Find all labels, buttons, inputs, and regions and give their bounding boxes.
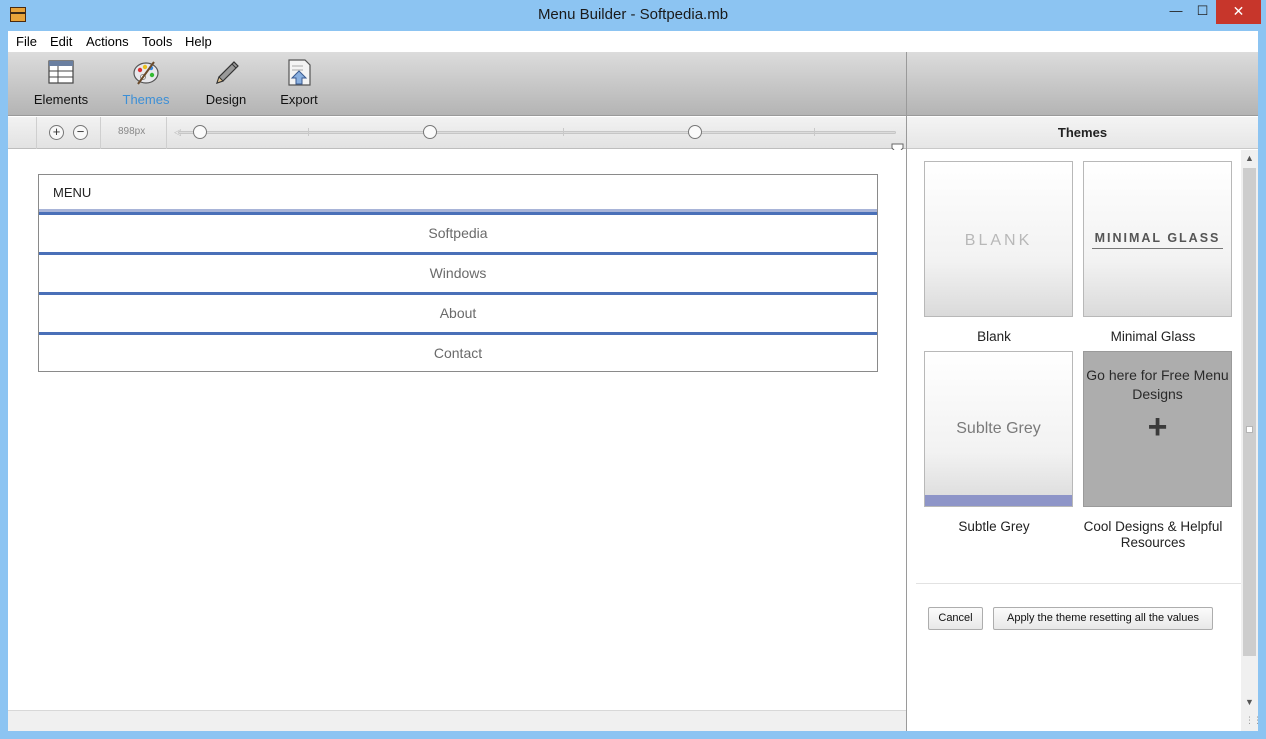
theme-thumb-text: Sublte Grey xyxy=(956,420,1041,437)
pencil-icon xyxy=(216,61,239,84)
divider xyxy=(166,117,167,149)
cancel-button[interactable]: Cancel xyxy=(928,607,983,630)
theme-thumb-text: BLANK xyxy=(964,232,1033,249)
palette-icon xyxy=(133,61,159,85)
theme-thumb-subtle-grey[interactable]: Sublte Grey xyxy=(924,351,1073,507)
menu-item-contact[interactable]: Contact xyxy=(39,335,877,372)
window-title: Menu Builder - Softpedia.mb xyxy=(537,6,729,23)
scrollbar-grip xyxy=(1246,426,1253,433)
theme-thumb-text: MINIMAL GLASS xyxy=(1094,231,1221,245)
width-slider-track[interactable] xyxy=(178,131,896,134)
slider-tick xyxy=(563,128,564,136)
menu-header[interactable]: MENU xyxy=(39,175,877,209)
elements-button[interactable]: Elements xyxy=(21,52,101,116)
menu-item-softpedia[interactable]: Softpedia xyxy=(39,215,877,252)
theme-thumb-blank[interactable]: BLANK xyxy=(924,161,1073,317)
export-icon xyxy=(288,59,311,86)
theme-thumb-text: Go here for Free Menu Designs xyxy=(1086,367,1229,402)
theme-thumb-bar xyxy=(925,495,1072,506)
export-button[interactable]: Export xyxy=(259,52,339,116)
theme-thumb-minimal-glass[interactable]: MINIMAL GLASS xyxy=(1083,161,1232,317)
panel-toolbar-area xyxy=(907,52,1258,116)
themes-button[interactable]: Themes xyxy=(106,52,186,116)
zoom-bar: + − 898px ◁ xyxy=(8,117,906,149)
minimize-icon[interactable]: — xyxy=(1162,0,1190,24)
themes-panel-title: Themes xyxy=(907,117,1258,149)
menu-item-about[interactable]: About xyxy=(39,295,877,332)
slider-handle[interactable] xyxy=(423,125,437,139)
table-icon xyxy=(48,60,74,84)
slider-tick xyxy=(308,128,309,136)
menu-item-windows[interactable]: Windows xyxy=(39,255,877,292)
status-bar xyxy=(8,710,906,731)
themes-scrollbar[interactable]: ▲ ▼ xyxy=(1241,150,1258,731)
apply-theme-button[interactable]: Apply the theme resetting all the values xyxy=(993,607,1213,630)
divider xyxy=(100,117,101,149)
app-client-area: File Edit Actions Tools Help Elements Th… xyxy=(8,31,1262,731)
divider xyxy=(36,117,37,149)
title-bar: Menu Builder - Softpedia.mb — ☐ ✕ xyxy=(0,0,1266,31)
divider xyxy=(916,583,1246,584)
theme-caption-cool-designs: Cool Designs & Helpful Resources xyxy=(1083,519,1223,550)
theme-thumb-cool-designs[interactable]: Go here for Free Menu Designs + xyxy=(1083,351,1232,507)
theme-caption-blank: Blank xyxy=(977,329,1011,344)
preview-canvas: MENU Softpedia Windows About Contact xyxy=(8,150,906,710)
maximize-icon[interactable]: ☐ xyxy=(1189,0,1216,24)
main-toolbar: Elements Themes Design Export xyxy=(8,52,906,116)
theme-caption-subtle-grey: Subtle Grey xyxy=(958,519,1030,534)
divider xyxy=(1092,248,1223,249)
menu-header-text: MENU xyxy=(53,185,92,200)
scrollbar-thumb[interactable] xyxy=(1243,168,1256,656)
scroll-down-icon[interactable]: ▼ xyxy=(1241,694,1258,711)
menu-tools[interactable]: Tools xyxy=(142,34,172,49)
slider-handle[interactable] xyxy=(193,125,207,139)
zoom-value: 898px xyxy=(118,126,146,137)
export-label: Export xyxy=(280,92,318,107)
menu-bar: File Edit Actions Tools Help xyxy=(8,31,1258,52)
zoom-out-icon[interactable]: − xyxy=(73,125,88,140)
elements-label: Elements xyxy=(33,92,89,107)
design-button[interactable]: Design xyxy=(186,52,266,116)
slider-tick xyxy=(814,128,815,136)
design-label: Design xyxy=(205,92,247,107)
themes-label: Themes xyxy=(122,92,170,107)
close-icon[interactable]: ✕ xyxy=(1216,0,1261,24)
zoom-in-icon[interactable]: + xyxy=(49,125,64,140)
menu-edit[interactable]: Edit xyxy=(50,34,72,49)
scroll-up-icon[interactable]: ▲ xyxy=(1241,150,1258,167)
menu-preview: MENU Softpedia Windows About Contact xyxy=(38,174,878,372)
theme-caption-minimal-glass: Minimal Glass xyxy=(1110,329,1196,344)
resize-grip-icon[interactable]: ⋮⋮ xyxy=(1245,716,1262,725)
slider-handle[interactable] xyxy=(688,125,702,139)
plus-icon: + xyxy=(1147,408,1168,446)
menu-file[interactable]: File xyxy=(16,34,37,49)
menu-help[interactable]: Help xyxy=(185,34,212,49)
menu-actions[interactable]: Actions xyxy=(86,34,129,49)
